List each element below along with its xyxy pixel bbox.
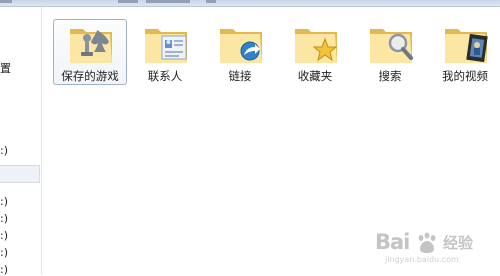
watermark-site: jingyan.baidu.com bbox=[385, 255, 459, 264]
folder-links[interactable]: 链接 bbox=[203, 19, 277, 85]
nav-item-selected[interactable] bbox=[0, 165, 40, 183]
folder-favorites[interactable]: 收藏夹 bbox=[278, 19, 352, 85]
nav-item-drive[interactable]: :) bbox=[0, 229, 8, 242]
favorites-folder-icon bbox=[295, 29, 338, 63]
folder-label: 我的视频 bbox=[442, 69, 488, 83]
watermark-chinese: 经验 bbox=[443, 234, 474, 252]
contacts-folder-icon bbox=[145, 29, 187, 63]
folder-label: 链接 bbox=[228, 69, 252, 83]
my-videos-folder-icon bbox=[445, 29, 488, 63]
baidu-jingyan-watermark: Bai 经验 jingyan.baidu.com bbox=[375, 228, 497, 268]
paw-icon bbox=[418, 232, 436, 253]
folder-label: 搜索 bbox=[378, 69, 402, 83]
folder-searches[interactable]: 搜索 bbox=[353, 19, 427, 85]
saved-games-folder-icon bbox=[70, 29, 112, 63]
searches-folder-icon bbox=[370, 29, 413, 63]
folder-label: 保存的游戏 bbox=[61, 69, 119, 83]
folder-label: 收藏夹 bbox=[297, 69, 333, 83]
links-folder-icon bbox=[220, 29, 262, 63]
folder-contacts[interactable]: 联系人 bbox=[128, 19, 202, 85]
nav-item-drive[interactable]: :) bbox=[0, 195, 8, 208]
navigation-pane: 置 :) :) :) :) :) :) bbox=[0, 7, 42, 276]
nav-item-drive[interactable]: :) bbox=[0, 212, 8, 225]
folder-saved-games[interactable]: 保存的游戏 bbox=[53, 19, 127, 85]
watermark-logo-text: Bai bbox=[375, 230, 410, 254]
folder-label: 联系人 bbox=[147, 69, 183, 83]
folder-my-videos[interactable]: 我的视频 bbox=[428, 19, 500, 85]
toolbar-strip bbox=[0, 0, 500, 7]
nav-item-drive[interactable]: :) bbox=[0, 144, 8, 157]
nav-item-drive[interactable]: :) bbox=[0, 263, 8, 276]
nav-item-label[interactable]: 置 bbox=[0, 60, 11, 76]
nav-item-drive[interactable]: :) bbox=[0, 246, 8, 259]
